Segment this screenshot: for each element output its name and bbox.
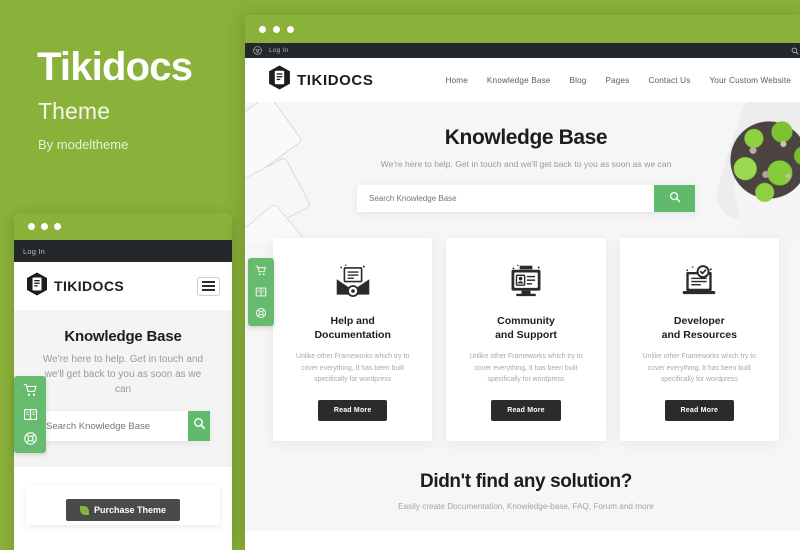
bottom-cta-heading: Didn't find any solution? (420, 470, 632, 492)
desktop-browser-mockup: Log In TIKIDOCS Home Knowledge Base Blog… (245, 15, 800, 550)
read-more-button[interactable]: Read More (317, 399, 388, 421)
mobile-logo[interactable]: TIKIDOCS (26, 272, 124, 301)
site-logo-text: TIKIDOCS (297, 71, 374, 89)
search-button[interactable] (654, 185, 695, 212)
feature-card-help-documentation[interactable]: Help and Documentation Unlike other Fram… (273, 238, 433, 441)
promo-author: By modeltheme (38, 137, 129, 152)
nav-item-pages[interactable]: Pages (605, 76, 629, 85)
window-dot-close[interactable] (28, 223, 35, 230)
mobile-purchase-card: Purchase Theme (26, 485, 220, 525)
laptop-check-icon (634, 260, 765, 304)
mobile-hero-section: Knowledge Base We're here to help. Get i… (14, 310, 232, 467)
feature-card-title: Help and Documentation (314, 315, 391, 342)
feature-card-developer-resources[interactable]: Developer and Resources Unlike other Fra… (619, 238, 779, 441)
window-dot-maximize[interactable] (287, 25, 294, 33)
book-icon[interactable] (23, 407, 38, 422)
mobile-search-input[interactable] (36, 411, 188, 441)
mobile-logo-text: TIKIDOCS (54, 278, 125, 294)
mobile-preview-mockup: Log In TIKIDOCS Knowledge Base We're her… (14, 213, 232, 550)
promo-title: Tikidocs (37, 45, 193, 89)
lifebuoy-support-icon[interactable] (255, 307, 267, 319)
window-dot-minimize[interactable] (273, 25, 280, 33)
window-dot-minimize[interactable] (41, 223, 48, 230)
promo-subtitle: Theme (38, 98, 111, 124)
feature-card-body: Unlike other Frameworks which try to cov… (295, 353, 410, 384)
hamburger-menu-icon[interactable] (197, 276, 220, 296)
purchase-theme-label: Purchase Theme (93, 505, 167, 515)
feature-cards-section: Help and Documentation Unlike other Fram… (245, 238, 800, 467)
feature-card-body: Unlike other Frameworks which try to cov… (642, 353, 756, 384)
envato-leaf-icon (79, 505, 89, 515)
window-dot-maximize[interactable] (54, 223, 61, 230)
lifebuoy-support-icon[interactable] (23, 431, 38, 446)
book-icon[interactable] (255, 286, 267, 298)
search-icon (193, 417, 206, 435)
admin-bar-search-icon[interactable] (791, 42, 799, 60)
feature-card-title: Developer and Resources (661, 315, 737, 342)
tikidocs-hexagon-document-icon (268, 65, 291, 95)
read-more-button[interactable]: Read More (491, 399, 561, 421)
mobile-browser-chrome (14, 213, 232, 240)
mobile-login-label[interactable]: Log In (23, 247, 45, 256)
mobile-admin-bar: Log In (14, 240, 232, 262)
desktop-floating-side-tabs (248, 258, 274, 326)
nav-item-your-custom-website[interactable]: Your Custom Website (709, 76, 791, 85)
feature-card-community-support[interactable]: Community and Support Unlike other Frame… (446, 238, 606, 441)
hero-section: Knowledge Base We're here to help. Get i… (245, 102, 800, 242)
window-dot-close[interactable] (259, 25, 266, 33)
monitor-id-card-icon (460, 260, 591, 304)
wordpress-admin-bar: Log In (245, 43, 800, 58)
nav-item-home[interactable]: Home (445, 76, 467, 85)
admin-bar-login-label[interactable]: Log In (269, 47, 288, 54)
nav-item-knowledge-base[interactable]: Knowledge Base (487, 76, 551, 85)
mobile-hero-heading: Knowledge Base (64, 328, 182, 345)
feature-card-title: Community and Support (495, 315, 557, 342)
mobile-hero-subheading: We're here to help. Get in touch and we'… (42, 354, 204, 395)
shopping-cart-icon[interactable] (255, 265, 267, 277)
search-icon (669, 190, 681, 208)
feature-cards-row: Help and Documentation Unlike other Fram… (245, 238, 800, 441)
main-navigation: Home Knowledge Base Blog Pages Contact U… (445, 71, 800, 89)
shopping-cart-icon[interactable] (23, 383, 38, 398)
bottom-cta-subheading: Easily create Documentation, Knowledge-b… (398, 501, 654, 511)
mobile-floating-side-tabs (14, 376, 46, 453)
read-more-button[interactable]: Read More (664, 399, 735, 421)
site-logo[interactable]: TIKIDOCS (268, 65, 373, 95)
purchase-theme-button[interactable]: Purchase Theme (65, 499, 181, 521)
bottom-cta-section: Didn't find any solution? Easily create … (245, 466, 800, 531)
promo-panel: Tikidocs Theme By modeltheme Log In TIKI… (0, 0, 245, 550)
tikidocs-hexagon-document-icon (26, 272, 48, 301)
browser-chrome-bar (245, 15, 800, 43)
nav-item-blog[interactable]: Blog (569, 76, 586, 85)
mobile-search-button[interactable] (188, 411, 210, 441)
nav-item-contact-us[interactable]: Contact Us (648, 76, 690, 85)
hero-search-bar (357, 185, 695, 212)
document-gear-icon (287, 260, 418, 304)
search-input[interactable] (357, 185, 654, 212)
feature-card-body: Unlike other Frameworks which try to cov… (469, 353, 583, 384)
mobile-site-header: TIKIDOCS (14, 262, 232, 310)
site-header: TIKIDOCS Home Knowledge Base Blog Pages … (245, 58, 800, 102)
mobile-search-bar (36, 411, 210, 441)
wordpress-icon[interactable] (253, 42, 262, 60)
